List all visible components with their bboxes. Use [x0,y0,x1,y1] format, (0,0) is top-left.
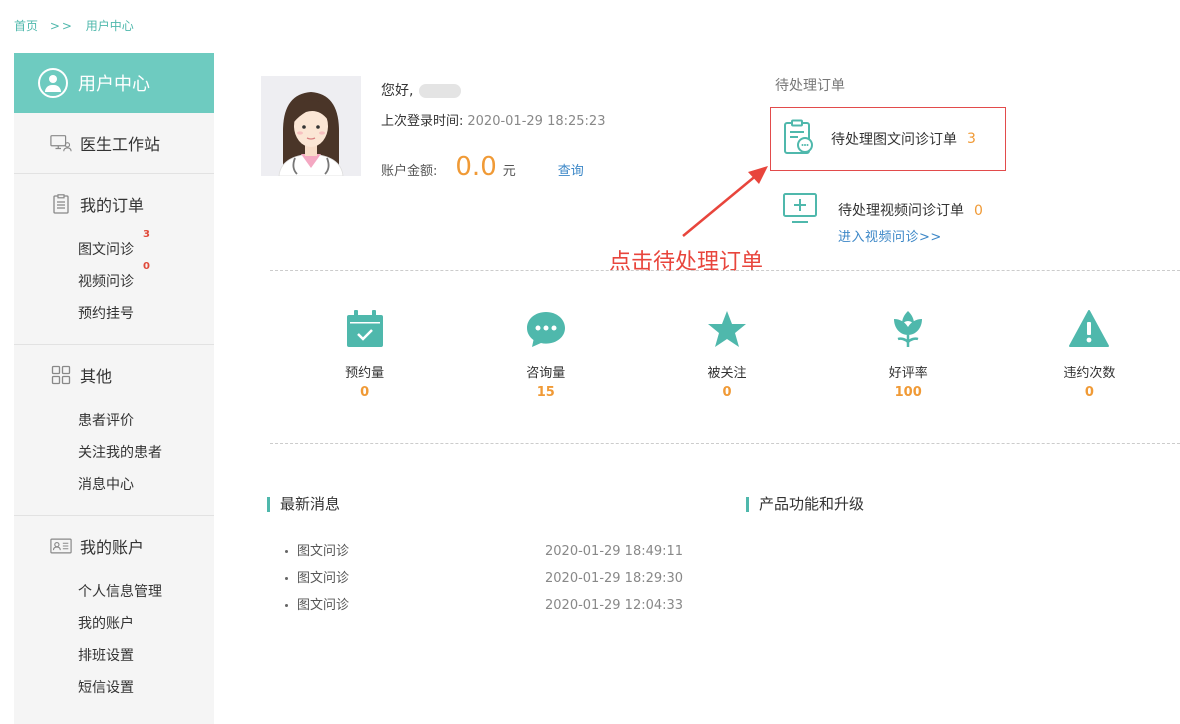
sidebar-item-my-orders[interactable]: 我的订单 [14,174,214,234]
stat-appointments: 预约量 0 [274,306,455,400]
balance-label: 账户金额: [381,164,438,179]
news-item[interactable]: 图文问诊 2020-01-29 18:29:30 [285,570,705,597]
count-badge: 3 [143,229,150,240]
stat-value: 0 [722,385,732,400]
pending-text-orders-button[interactable]: 待处理图文问诊订单 3 [770,107,1006,171]
clipboard-chat-icon [783,119,815,159]
sidebar-item-appointment[interactable]: 预约挂号 [78,298,134,330]
doctor-avatar [261,76,361,176]
stat-violations: 违约次数 0 [999,306,1180,400]
flower-icon [818,306,999,352]
pending-orders-title: 待处理订单 [775,78,845,94]
latest-news-title: 最新消息 [267,497,340,512]
greeting-text: 您好, [381,83,414,99]
sidebar-item-account[interactable]: 我的账户 [78,608,134,640]
stat-value: 0 [1084,385,1094,400]
sidebar-item-patient-reviews[interactable]: 患者评价 [78,405,134,437]
stat-value: 15 [536,385,555,400]
sidebar-item-schedule[interactable]: 排班设置 [78,640,134,672]
stat-label: 好评率 [888,366,928,381]
sidebar-item-label: 医生工作站 [80,135,161,154]
news-item[interactable]: 图文问诊 2020-01-29 12:04:33 [285,597,705,624]
news-item-title[interactable]: 图文问诊 [285,570,545,597]
redacted-username [419,84,462,98]
sidebar-header-label: 用户中心 [78,74,150,95]
last-login-value: 2020-01-29 18:25:23 [467,114,606,129]
last-login-label: 上次登录时间: [381,114,464,129]
stat-followers: 被关注 0 [636,306,817,400]
stat-consultations: 咨询量 15 [455,306,636,400]
last-login: 上次登录时间: 2020-01-29 18:25:23 [381,110,605,129]
star-icon [636,306,817,352]
stat-label: 被关注 [707,366,747,381]
news-item-date: 2020-01-29 18:49:11 [545,544,684,559]
sidebar-item-label: 我的账户 [80,538,145,557]
product-upgrades-title: 产品功能和升级 [746,497,864,512]
stat-label: 预约量 [345,366,385,381]
divider [270,443,1180,444]
sidebar-item-label: 其他 [80,367,113,386]
news-item-date: 2020-01-29 12:04:33 [545,598,684,613]
balance-unit: 元 [502,164,516,179]
pending-video-orders-count: 0 [974,203,983,219]
balance-amount: 0.0 [455,152,497,182]
id-card-icon [50,536,72,556]
workstation-icon [50,133,72,153]
pending-text-orders-label: 待处理图文问诊订单 [831,132,957,148]
enter-video-consult-link[interactable]: 进入视频问诊>> [838,226,983,245]
news-item-title[interactable]: 图文问诊 [285,543,545,570]
monitor-plus-icon [782,192,818,228]
news-item[interactable]: 图文问诊 2020-01-29 18:49:11 [285,543,705,570]
stat-value: 0 [360,385,370,400]
breadcrumb-separator: >> [49,19,74,33]
sidebar-item-profile-management[interactable]: 个人信息管理 [78,576,162,608]
breadcrumb-home-link[interactable]: 首页 [14,19,38,33]
query-link[interactable]: 查询 [558,160,584,179]
sidebar-item-sms-settings[interactable]: 短信设置 [78,672,134,704]
warning-icon [999,306,1180,352]
stat-rating: 好评率 100 [818,306,999,400]
chat-bubble-icon [455,306,636,352]
stat-label: 违约次数 [1063,366,1116,381]
count-badge: 0 [143,261,150,272]
divider [270,270,1180,271]
sidebar-section-orders: 我的订单 图文问诊 3 视频问诊 0 预约挂号 [14,174,214,345]
greeting: 您好, [381,80,462,100]
annotation-text: 点击待处理订单 [609,250,764,275]
sidebar: 用户中心 医生工作站 我的订单 图文问诊 3 视频问诊 0 预约挂号 其他 患者… [14,53,214,724]
sidebar-item-label: 视频问诊 [78,274,134,290]
stat-value: 100 [894,385,922,400]
sidebar-item-workstation[interactable]: 医生工作站 [14,113,214,173]
sidebar-item-label: 我的订单 [80,196,145,215]
user-icon [38,68,68,98]
news-list: 图文问诊 2020-01-29 18:49:11 图文问诊 2020-01-29… [285,543,705,624]
breadcrumb: 首页 >> 用户中心 [14,17,142,34]
stat-label: 咨询量 [526,366,566,381]
sidebar-section-workstation: 医生工作站 [14,113,214,174]
breadcrumb-current[interactable]: 用户中心 [86,19,134,33]
account-balance: 账户金额: 0.0 元 查询 [381,152,584,182]
calendar-icon [274,306,455,352]
clipboard-icon [50,194,72,214]
pending-video-orders: 待处理视频问诊订单 0 进入视频问诊>> [782,192,983,245]
sidebar-item-messages[interactable]: 消息中心 [78,469,134,501]
sidebar-section-account: 我的账户 个人信息管理 我的账户 排班设置 短信设置 [14,516,214,718]
pending-video-orders-label[interactable]: 待处理视频问诊订单 [838,203,964,219]
sidebar-header-user-center[interactable]: 用户中心 [14,53,214,113]
sidebar-item-other[interactable]: 其他 [14,345,214,405]
news-item-title[interactable]: 图文问诊 [285,597,545,624]
sidebar-section-other: 其他 患者评价 关注我的患者 消息中心 [14,345,214,516]
sidebar-item-label: 图文问诊 [78,242,134,258]
sidebar-item-video-consult[interactable]: 视频问诊 0 [78,261,150,298]
sidebar-item-text-consult[interactable]: 图文问诊 3 [78,229,150,266]
sidebar-item-my-account[interactable]: 我的账户 [14,516,214,576]
stats-row: 预约量 0 咨询量 15 被关注 0 好评率 100 违约次数 0 [274,306,1180,400]
news-item-date: 2020-01-29 18:29:30 [545,571,684,586]
sidebar-item-followers[interactable]: 关注我的患者 [78,437,162,469]
grid-icon [50,365,72,385]
pending-text-orders-count: 3 [967,131,976,147]
